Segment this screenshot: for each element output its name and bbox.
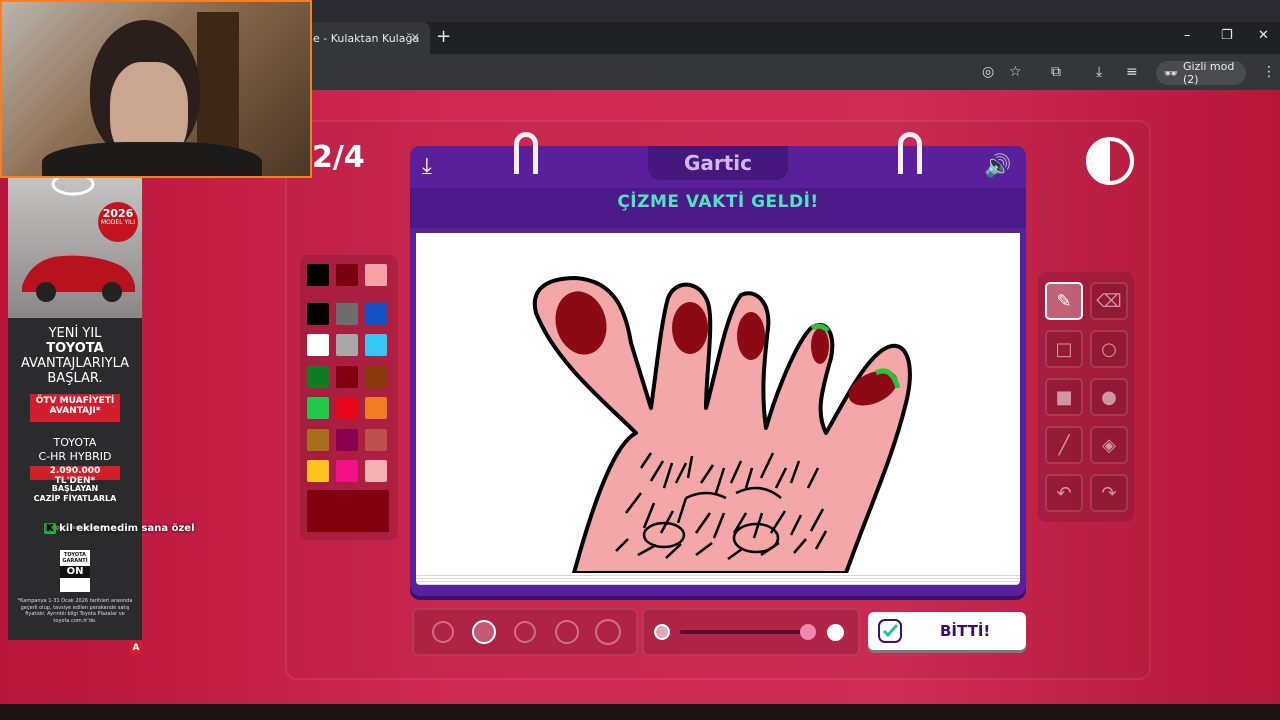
color-swatch[interactable] bbox=[307, 397, 329, 419]
tab-title: ne - Kulaktan Kulağa bbox=[306, 31, 420, 45]
eye-off-icon[interactable]: ◎ bbox=[982, 64, 994, 80]
color-swatch[interactable] bbox=[336, 428, 358, 451]
circle-outline-icon[interactable]: ○ bbox=[1090, 330, 1128, 368]
bottom-strip bbox=[0, 704, 1280, 720]
color-swatch[interactable] bbox=[307, 428, 329, 451]
opacity-thumb[interactable] bbox=[800, 624, 816, 640]
gartic-logo: Gartic bbox=[648, 146, 788, 180]
brush-size-3[interactable] bbox=[514, 621, 536, 643]
download-drawing-icon[interactable]: ⤓ bbox=[422, 154, 432, 179]
brush-size-1[interactable] bbox=[432, 621, 454, 643]
color-swatch[interactable] bbox=[336, 334, 358, 356]
color-swatch[interactable] bbox=[365, 264, 387, 286]
sound-icon[interactable]: 🔊 bbox=[984, 154, 1011, 179]
circle-fill-icon[interactable]: ● bbox=[1090, 378, 1128, 416]
draw-time-title: ÇİZME VAKTİ GELDİ! bbox=[617, 192, 819, 212]
color-swatch[interactable] bbox=[336, 460, 358, 482]
model-year-badge: 2026 MODEL YILI bbox=[98, 202, 138, 242]
rect-fill-icon[interactable]: ■ bbox=[1045, 378, 1083, 416]
tab-close-icon[interactable]: × bbox=[410, 30, 420, 44]
done-button[interactable]: BİTTİ! bbox=[868, 612, 1026, 650]
close-window-button[interactable]: ✕ bbox=[1258, 28, 1269, 43]
line-icon[interactable]: ╱ bbox=[1045, 426, 1083, 464]
brush-size-5[interactable] bbox=[595, 619, 621, 645]
paper-edge bbox=[416, 573, 1020, 585]
rect-outline-icon[interactable]: □ bbox=[1045, 330, 1083, 368]
opacity-low-icon bbox=[654, 624, 670, 640]
opacity-high-icon bbox=[827, 624, 844, 641]
star-icon[interactable]: ☆ bbox=[1009, 64, 1022, 80]
color-swatch[interactable] bbox=[307, 365, 329, 388]
ad-model1: TOYOTA bbox=[53, 436, 97, 449]
check-icon bbox=[878, 619, 902, 643]
incognito-label: Gizli mod (2) bbox=[1182, 60, 1235, 86]
ad-price: 2.090.000 TL'DEN* bbox=[30, 466, 120, 486]
color-swatch[interactable] bbox=[365, 302, 387, 325]
garanti-badge: TOYOTA GARANTİ ON bbox=[60, 550, 90, 592]
color-swatch[interactable] bbox=[336, 365, 358, 388]
stream-chat-overlay: K kil eklemedim sana özel bbox=[44, 523, 195, 534]
opacity-track[interactable] bbox=[680, 630, 808, 634]
toyota-logo-and-car bbox=[22, 172, 135, 302]
bucket-icon[interactable]: ◈ bbox=[1090, 426, 1128, 464]
color-swatch[interactable] bbox=[307, 302, 329, 325]
color-swatch[interactable] bbox=[336, 302, 358, 325]
color-swatch[interactable] bbox=[336, 397, 358, 419]
ad-line1: YENİ YIL bbox=[48, 326, 102, 341]
ad-model2: C-HR HYBRID bbox=[38, 450, 112, 463]
restore-button[interactable]: ❐ bbox=[1221, 28, 1233, 43]
new-tab-button[interactable]: + bbox=[436, 26, 451, 47]
ad-line2: TOYOTA bbox=[46, 341, 104, 356]
binder-ring-right bbox=[898, 132, 922, 174]
color-swatch[interactable] bbox=[365, 365, 387, 388]
minimize-button[interactable]: – bbox=[1184, 28, 1191, 43]
redo-icon[interactable]: ↷ bbox=[1090, 474, 1128, 512]
cam-bookshelf bbox=[197, 12, 239, 162]
chat-badge-icon: K bbox=[44, 523, 56, 534]
drawing-canvas[interactable] bbox=[416, 233, 1020, 575]
round-counter: 2/4 bbox=[312, 140, 365, 175]
ad-line4: BAŞLAR. bbox=[47, 371, 103, 386]
color-swatch[interactable] bbox=[365, 460, 387, 482]
color-swatch[interactable] bbox=[307, 460, 329, 482]
color-swatch[interactable] bbox=[365, 428, 387, 451]
color-swatch[interactable] bbox=[307, 264, 329, 286]
toyota-ad[interactable]: 2026 MODEL YILI YENİ YIL TOYOTA AVANTAJLA… bbox=[8, 172, 142, 640]
cam-shirt bbox=[42, 142, 262, 176]
eraser-icon[interactable]: ⌫ bbox=[1090, 282, 1128, 320]
extensions-icon[interactable]: ⧉ bbox=[1051, 64, 1061, 80]
color-swatch[interactable] bbox=[365, 397, 387, 419]
incognito-indicator[interactable]: 🕶 Gizli mod (2) bbox=[1156, 60, 1246, 86]
current-color bbox=[307, 490, 389, 532]
ad-starting: BAŞLAYAN bbox=[51, 484, 99, 493]
brush-size-2[interactable] bbox=[472, 620, 496, 644]
undo-icon[interactable]: ↶ bbox=[1045, 474, 1083, 512]
color-swatch[interactable] bbox=[336, 264, 358, 286]
ad-disclaimer: *Kampanya 1-31 Ocak 2026 tarihleri arası… bbox=[17, 598, 133, 624]
foot-drawing bbox=[532, 276, 912, 575]
menu-icon[interactable]: ⋮ bbox=[1262, 64, 1276, 80]
ad-cazip: CAZİP FİYATLARLA bbox=[33, 494, 117, 503]
brush-size-4[interactable] bbox=[555, 620, 579, 644]
done-label: BİTTİ! bbox=[940, 622, 991, 640]
chat-text: kil eklemedim sana özel bbox=[59, 523, 195, 534]
ad-line3: AVANTAJLARIYLA bbox=[20, 356, 130, 371]
contrast-toggle-icon[interactable] bbox=[1086, 137, 1134, 185]
webcam-overlay bbox=[0, 0, 312, 178]
media-icon[interactable]: ≡ bbox=[1126, 64, 1138, 80]
color-swatch[interactable] bbox=[365, 334, 387, 356]
download-icon[interactable]: ⤓ bbox=[1096, 64, 1102, 80]
ad-corner-badge: A bbox=[130, 642, 142, 654]
pencil-icon[interactable]: ✎ bbox=[1045, 282, 1083, 320]
color-swatch[interactable] bbox=[307, 334, 329, 356]
ad-car-image: 2026 MODEL YILI bbox=[8, 172, 142, 318]
incognito-icon: 🕶 bbox=[1164, 66, 1178, 80]
ad-otv-label: ÖTV MUAFİYETİ AVANTAJI* bbox=[30, 394, 120, 422]
binder-ring-left bbox=[514, 132, 538, 174]
